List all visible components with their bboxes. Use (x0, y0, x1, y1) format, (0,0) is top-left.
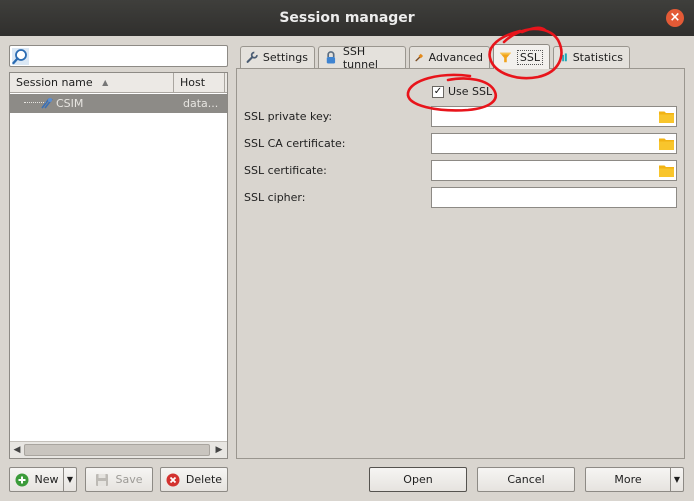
more-button[interactable]: More (585, 467, 671, 492)
ssl-private-key-field[interactable] (431, 106, 677, 127)
ssl-certificate-label: SSL certificate: (244, 164, 327, 177)
use-ssl-option[interactable]: ✓ Use SSL (432, 85, 492, 98)
close-icon: × (669, 10, 681, 25)
session-manager-window: Session manager × Session name ▲ Host CS… (0, 0, 694, 501)
tab-ssl[interactable]: SSL (493, 44, 550, 69)
tab-advanced[interactable]: Advanced (409, 46, 490, 68)
session-search-box[interactable] (9, 45, 228, 67)
session-host: data... (183, 97, 219, 110)
scroll-left-icon[interactable]: ◀ (11, 444, 23, 456)
column-label-host: Host (180, 76, 206, 89)
scroll-right-icon[interactable]: ▶ (213, 444, 225, 456)
horizontal-scrollbar[interactable]: ◀ ▶ (10, 441, 227, 458)
title-bar: Session manager × (0, 0, 694, 36)
lock-icon (326, 51, 336, 64)
save-button-label: Save (115, 473, 143, 486)
search-input[interactable] (30, 47, 224, 65)
folder-icon[interactable] (659, 137, 674, 150)
new-button[interactable]: New (9, 467, 64, 492)
ssl-cipher-label: SSL cipher: (244, 191, 306, 204)
save-button[interactable]: Save (85, 467, 153, 492)
window-title: Session manager (279, 10, 415, 26)
delete-button-label: Delete (185, 473, 223, 486)
session-row-csim[interactable]: CSIM data... (10, 94, 227, 113)
tab-ssh-tunnel[interactable]: SSH tunnel (318, 44, 406, 71)
column-label-name: Session name (16, 76, 93, 89)
plus-icon (15, 473, 28, 486)
server-icon (41, 98, 53, 109)
scrollbar-thumb[interactable] (24, 444, 210, 456)
floppy-disk-icon (96, 473, 109, 486)
folder-icon[interactable] (659, 110, 674, 123)
ssl-cipher-field[interactable] (431, 187, 677, 208)
column-header-session-name[interactable]: Session name ▲ (10, 73, 174, 93)
ssl-certificate-field[interactable] (431, 160, 677, 181)
session-name: CSIM (56, 97, 84, 110)
tab-settings-label: Settings (262, 51, 308, 64)
open-button[interactable]: Open (369, 467, 467, 492)
folder-icon[interactable] (659, 164, 674, 177)
cancel-button[interactable]: Cancel (477, 467, 575, 492)
ssl-private-key-label: SSL private key: (244, 110, 333, 123)
chevron-down-icon: ▼ (673, 475, 681, 484)
hammer-icon (415, 53, 424, 62)
more-button-label: More (614, 473, 642, 486)
tab-advanced-label: Advanced (428, 51, 483, 64)
ssl-ca-certificate-label: SSL CA certificate: (244, 137, 346, 150)
ssl-shield-icon (499, 52, 512, 62)
use-ssl-checkbox[interactable]: ✓ (432, 85, 444, 98)
chevron-down-icon: ▼ (66, 475, 74, 484)
open-button-label: Open (403, 473, 433, 486)
bar-chart-icon (559, 53, 567, 62)
column-header-host[interactable]: Host (175, 73, 225, 93)
tab-statistics-label: Statistics (572, 51, 623, 64)
wrench-icon (246, 51, 258, 63)
more-dropdown-button[interactable]: ▼ (671, 467, 684, 492)
tab-settings[interactable]: Settings (240, 46, 315, 68)
close-button[interactable]: × (666, 9, 684, 27)
cancel-button-label: Cancel (507, 473, 545, 486)
new-dropdown-button[interactable]: ▼ (64, 467, 77, 492)
new-button-label: New (34, 473, 59, 486)
ssl-ca-certificate-field[interactable] (431, 133, 677, 154)
sort-ascending-icon: ▲ (102, 78, 109, 87)
search-icon (12, 48, 29, 65)
delete-button[interactable]: Delete (160, 467, 228, 492)
tab-ssh-tunnel-label: SSH tunnel (342, 44, 378, 71)
use-ssl-label: Use SSL (448, 85, 493, 98)
session-tree[interactable]: Session name ▲ Host CSIM data... ◀ ▶ (9, 72, 228, 459)
tree-header: Session name ▲ Host (10, 73, 227, 93)
delete-icon (166, 473, 180, 486)
tab-statistics[interactable]: Statistics (553, 46, 630, 68)
tab-ssl-label: SSL (516, 49, 543, 65)
